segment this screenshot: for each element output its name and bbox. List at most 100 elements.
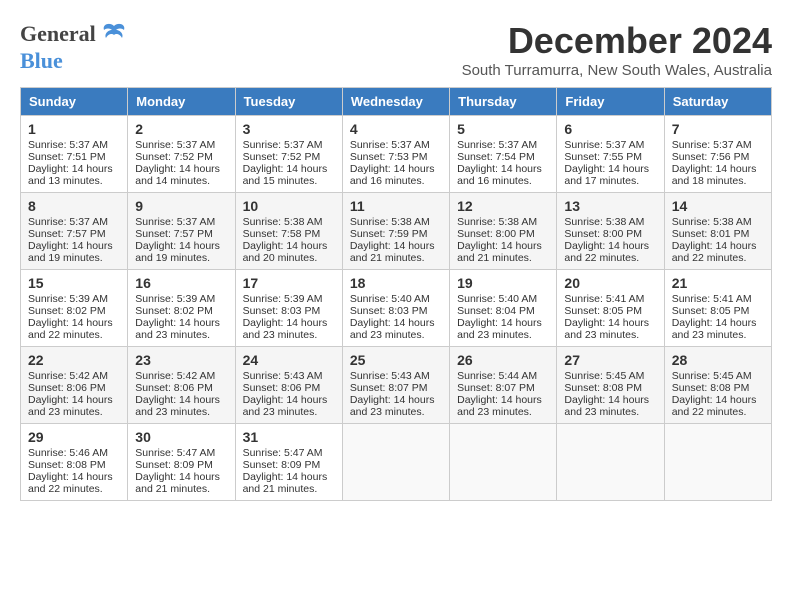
daylight-text: Daylight: 14 hours and 21 minutes. [457,240,542,264]
logo-bird-icon [100,20,128,48]
sunrise-text: Sunrise: 5:46 AM [28,447,108,459]
sunrise-text: Sunrise: 5:43 AM [243,370,323,382]
day-number: 19 [457,275,549,291]
day-number: 23 [135,352,227,368]
day-number: 22 [28,352,120,368]
day-number: 27 [564,352,656,368]
calendar-table: SundayMondayTuesdayWednesdayThursdayFrid… [20,87,772,501]
daylight-text: Daylight: 14 hours and 23 minutes. [350,317,435,341]
day-number: 4 [350,121,442,137]
calendar-cell: 11Sunrise: 5:38 AMSunset: 7:59 PMDayligh… [342,193,449,270]
sunset-text: Sunset: 8:00 PM [457,228,535,240]
sunrise-text: Sunrise: 5:39 AM [243,293,323,305]
sunset-text: Sunset: 7:52 PM [135,151,213,163]
calendar-cell: 17Sunrise: 5:39 AMSunset: 8:03 PMDayligh… [235,270,342,347]
day-number: 15 [28,275,120,291]
day-number: 29 [28,429,120,445]
title-area: December 2024 South Turramurra, New Sout… [462,20,772,79]
day-number: 7 [672,121,764,137]
day-number: 24 [243,352,335,368]
sunrise-text: Sunrise: 5:39 AM [28,293,108,305]
daylight-text: Daylight: 14 hours and 22 minutes. [672,240,757,264]
weekday-header-friday: Friday [557,88,664,116]
sunset-text: Sunset: 7:52 PM [243,151,321,163]
day-number: 8 [28,198,120,214]
sunset-text: Sunset: 7:51 PM [28,151,106,163]
calendar-cell: 30Sunrise: 5:47 AMSunset: 8:09 PMDayligh… [128,424,235,501]
sunrise-text: Sunrise: 5:41 AM [564,293,644,305]
sunrise-text: Sunrise: 5:37 AM [28,139,108,151]
day-number: 16 [135,275,227,291]
sunrise-text: Sunrise: 5:37 AM [350,139,430,151]
daylight-text: Daylight: 14 hours and 22 minutes. [28,471,113,495]
daylight-text: Daylight: 14 hours and 15 minutes. [243,163,328,187]
daylight-text: Daylight: 14 hours and 16 minutes. [350,163,435,187]
day-number: 21 [672,275,764,291]
calendar-cell: 22Sunrise: 5:42 AMSunset: 8:06 PMDayligh… [21,347,128,424]
sunset-text: Sunset: 7:59 PM [350,228,428,240]
calendar-cell [342,424,449,501]
daylight-text: Daylight: 14 hours and 13 minutes. [28,163,113,187]
daylight-text: Daylight: 14 hours and 19 minutes. [135,240,220,264]
calendar-week-row: 22Sunrise: 5:42 AMSunset: 8:06 PMDayligh… [21,347,772,424]
day-number: 18 [350,275,442,291]
day-number: 10 [243,198,335,214]
calendar-cell: 5Sunrise: 5:37 AMSunset: 7:54 PMDaylight… [450,116,557,193]
logo: General Blue [20,20,128,74]
sunrise-text: Sunrise: 5:37 AM [564,139,644,151]
sunrise-text: Sunrise: 5:45 AM [672,370,752,382]
day-number: 9 [135,198,227,214]
sunset-text: Sunset: 8:00 PM [564,228,642,240]
sunset-text: Sunset: 8:02 PM [135,305,213,317]
sunrise-text: Sunrise: 5:38 AM [350,216,430,228]
daylight-text: Daylight: 14 hours and 14 minutes. [135,163,220,187]
daylight-text: Daylight: 14 hours and 21 minutes. [135,471,220,495]
weekday-header-thursday: Thursday [450,88,557,116]
day-number: 6 [564,121,656,137]
day-number: 20 [564,275,656,291]
daylight-text: Daylight: 14 hours and 22 minutes. [672,394,757,418]
sunrise-text: Sunrise: 5:45 AM [564,370,644,382]
sunrise-text: Sunrise: 5:38 AM [243,216,323,228]
sunset-text: Sunset: 7:57 PM [135,228,213,240]
daylight-text: Daylight: 14 hours and 23 minutes. [243,394,328,418]
calendar-cell: 24Sunrise: 5:43 AMSunset: 8:06 PMDayligh… [235,347,342,424]
calendar-cell: 10Sunrise: 5:38 AMSunset: 7:58 PMDayligh… [235,193,342,270]
day-number: 5 [457,121,549,137]
sunrise-text: Sunrise: 5:38 AM [672,216,752,228]
sunset-text: Sunset: 8:03 PM [350,305,428,317]
daylight-text: Daylight: 14 hours and 18 minutes. [672,163,757,187]
logo-blue-text: Blue [20,48,63,74]
sunrise-text: Sunrise: 5:47 AM [135,447,215,459]
sunset-text: Sunset: 7:55 PM [564,151,642,163]
calendar-cell [664,424,771,501]
daylight-text: Daylight: 14 hours and 23 minutes. [135,317,220,341]
sunrise-text: Sunrise: 5:40 AM [350,293,430,305]
sunset-text: Sunset: 8:07 PM [457,382,535,394]
calendar-cell: 19Sunrise: 5:40 AMSunset: 8:04 PMDayligh… [450,270,557,347]
sunset-text: Sunset: 8:01 PM [672,228,750,240]
sunrise-text: Sunrise: 5:40 AM [457,293,537,305]
sunset-text: Sunset: 8:03 PM [243,305,321,317]
sunrise-text: Sunrise: 5:42 AM [135,370,215,382]
weekday-header-row: SundayMondayTuesdayWednesdayThursdayFrid… [21,88,772,116]
sunset-text: Sunset: 7:56 PM [672,151,750,163]
day-number: 12 [457,198,549,214]
daylight-text: Daylight: 14 hours and 17 minutes. [564,163,649,187]
sunrise-text: Sunrise: 5:42 AM [28,370,108,382]
sunrise-text: Sunrise: 5:43 AM [350,370,430,382]
calendar-cell: 9Sunrise: 5:37 AMSunset: 7:57 PMDaylight… [128,193,235,270]
day-number: 2 [135,121,227,137]
sunrise-text: Sunrise: 5:39 AM [135,293,215,305]
daylight-text: Daylight: 14 hours and 21 minutes. [350,240,435,264]
sunrise-text: Sunrise: 5:37 AM [243,139,323,151]
calendar-week-row: 1Sunrise: 5:37 AMSunset: 7:51 PMDaylight… [21,116,772,193]
sunrise-text: Sunrise: 5:47 AM [243,447,323,459]
calendar-cell [557,424,664,501]
calendar-cell: 18 Sunrise: 5:40 AMSunset: 8:03 PMDayligh… [342,270,449,347]
day-number: 1 [28,121,120,137]
sunrise-text: Sunrise: 5:37 AM [135,139,215,151]
calendar-cell: 3Sunrise: 5:37 AMSunset: 7:52 PMDaylight… [235,116,342,193]
calendar-subtitle: South Turramurra, New South Wales, Austr… [462,62,772,79]
day-number: 14 [672,198,764,214]
